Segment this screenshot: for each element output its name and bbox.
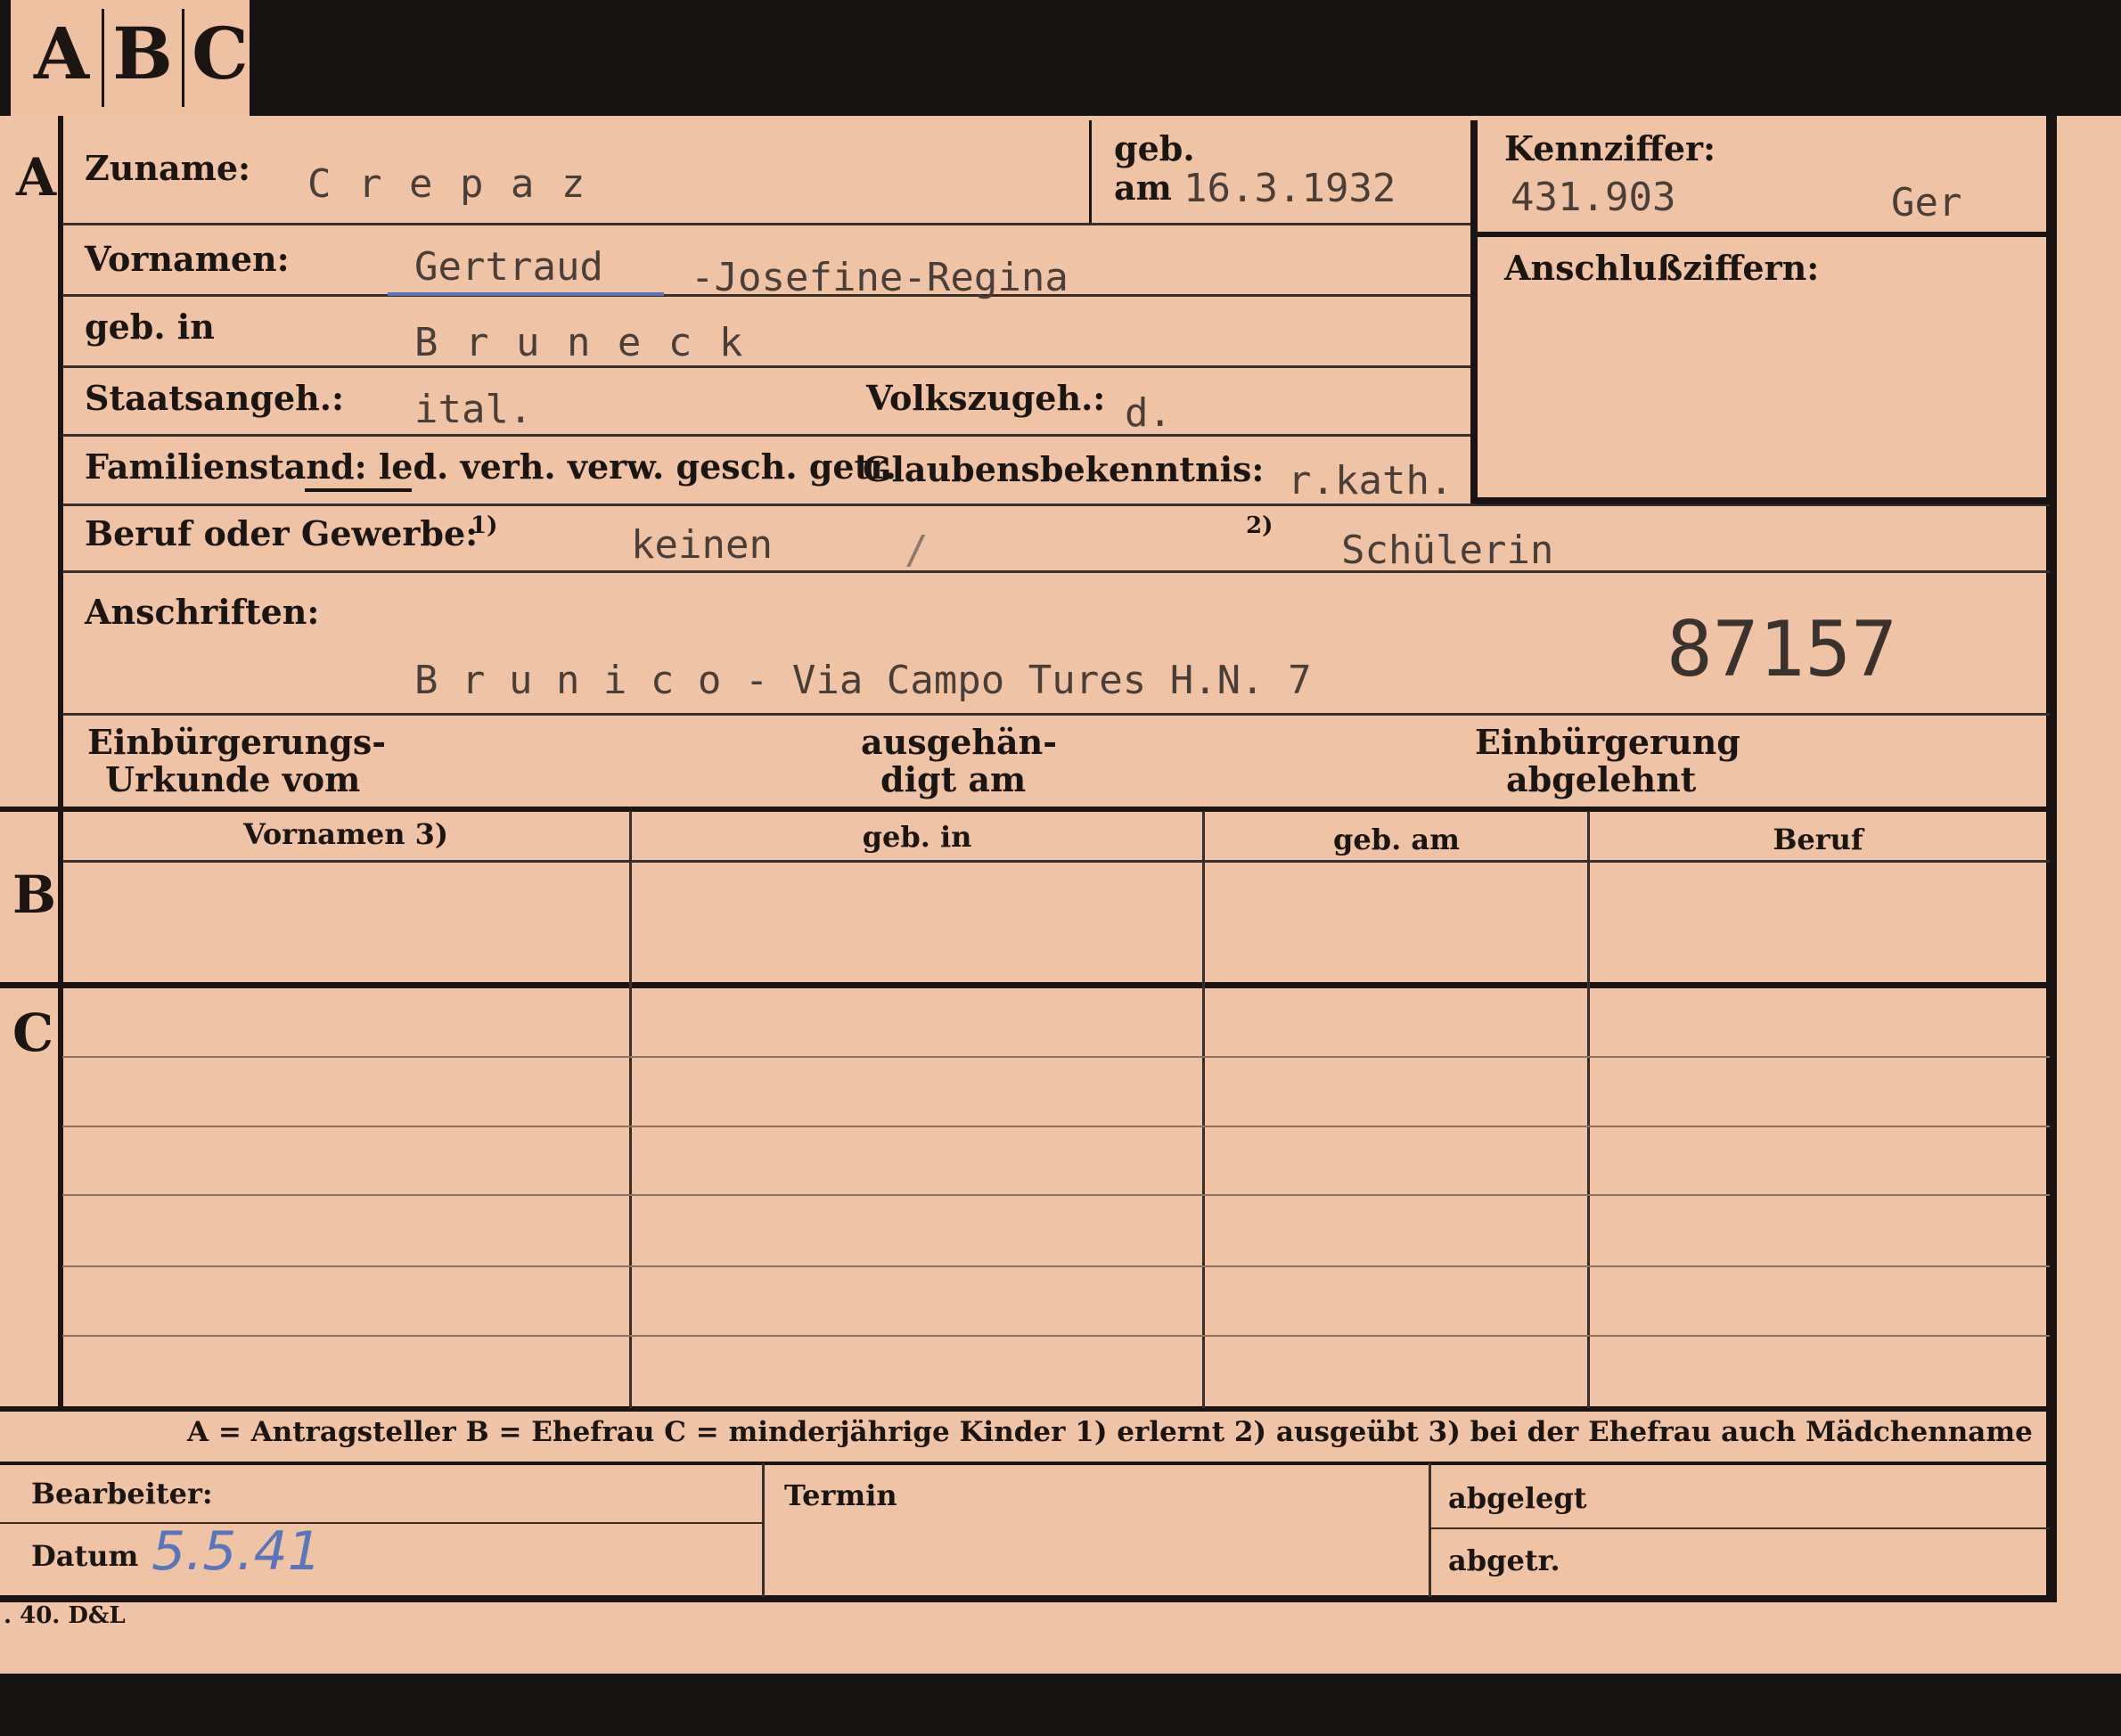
table-header-vornamen: Vornamen 3) [242,817,449,851]
termin-label: Termin [784,1478,897,1512]
ausgehaendigt-label-1: ausgehän- [861,722,1058,762]
ausgehaendigt-label-2: digt am [880,759,1027,799]
anschluss-label: Anschlußziffern: [1504,248,1820,288]
column-line [1202,811,1205,1408]
bottom-frame-line [0,1595,2057,1602]
geb-in-label: geb. in [85,307,215,347]
rule [62,365,1470,368]
datum-handwritten-value: 5.5.41 [152,1520,322,1583]
address-value: B r u n i c o - Via Campo Tures H.N. 7 [414,658,1312,703]
column-line [629,811,632,1408]
glaube-value: r.kath. [1288,458,1454,504]
beruf-value-2: Schülerin [1341,528,1554,573]
einbuergerung-urkunde-label-1: Einbürgerungs- [87,722,387,762]
kennziffer-value: 431.903 [1511,175,1676,220]
tab-letter-c: C [192,12,249,95]
geb-am-label: am [1114,168,1172,208]
kennziffer-box-line [1475,232,2050,237]
kennziffer-suffix: Ger [1891,180,1962,225]
section-b-marker: B [12,864,57,925]
zuname-value: C r e p a z [307,161,587,207]
section-divider [0,1406,2050,1412]
row-line [62,1056,2050,1058]
left-frame-line [58,116,63,1408]
rule [62,223,1470,225]
tab-letter-b: B [112,12,173,95]
row-line [62,1265,2050,1267]
familienstand-underline [305,488,412,492]
abgelegt-label: abgelegt [1448,1481,1587,1515]
beruf-label: Beruf oder Gewerbe: [85,513,479,553]
right-frame-line [2046,116,2057,1600]
footnote-1-mark: 1) [471,512,498,539]
section-divider [0,1462,2050,1465]
row-line [62,1126,2050,1127]
volkszugeh-value: d. [1125,390,1172,436]
card-tab: A B C [11,0,250,116]
familienstand-label: Familienstand: led. verh. verw. gesch. g… [85,446,897,487]
geb-label: geb. [1114,128,1195,168]
column-line [762,1463,765,1597]
kennziffer-box-line [1470,120,1478,504]
tab-letter-a: A [33,12,90,95]
datum-label: Datum [31,1539,139,1573]
beruf-value-1: keinen [631,522,773,568]
abgetr-label: abgetr. [1448,1544,1560,1577]
rule [1089,120,1092,223]
printer-mark: . 40. D&L [4,1602,126,1629]
glaube-label: Glaubensbekenntnis: [863,449,1265,489]
vornamen-underline [388,292,664,296]
rule [62,860,2050,863]
kennziffer-label: Kennziffer: [1504,128,1716,168]
einbuergerung-abgelehnt-label-2: abgelehnt [1506,759,1697,799]
vornamen-label: Vornamen: [85,239,290,279]
volkszugeh-label: Volkszugeh.: [866,378,1106,418]
rule [62,434,1470,437]
registration-card: A B C Zuname: C r e p a z geb. am 16.3.1… [0,116,2121,1674]
vornamen-first: Gertraud [414,244,603,290]
beruf-slash: / [905,528,929,573]
birthplace-value: B r u n e c k [414,320,745,365]
staatsangeh-label: Staatsangeh.: [85,378,345,418]
section-divider [0,807,2050,812]
table-header-beruf: Beruf [1773,823,1863,856]
column-line [1587,811,1590,1408]
anschriften-label: Anschriften: [85,592,320,632]
einbuergerung-urkunde-label-2: Urkunde vom [105,759,361,799]
vornamen-rest: -Josefine-Regina [691,255,1069,300]
row-line [0,1522,762,1524]
zuname-label: Zuname: [85,148,251,188]
birth-date-value: 16.3.1932 [1183,166,1396,211]
legend-line: A = Antragsteller B = Ehefrau C = minder… [187,1416,2033,1448]
section-divider [0,982,2050,988]
kennziffer-box-line [1475,497,2050,504]
row-line [62,1194,2050,1196]
row-line [1430,1527,2050,1529]
footnote-2-mark: 2) [1246,512,1273,539]
einbuergerung-abgelehnt-label-1: Einbürgerung [1475,722,1740,762]
row-line [62,1335,2050,1337]
bearbeiter-label: Bearbeiter: [31,1477,213,1511]
rule [62,570,2050,573]
staatsangeh-value: ital. [414,387,533,432]
section-a-marker: A [16,147,57,208]
table-header-geb-in: geb. in [862,820,972,854]
column-line [1429,1463,1431,1597]
table-header-geb-am: geb. am [1333,823,1460,856]
section-c-marker: C [12,1003,54,1063]
stamp-number: 87157 [1666,605,1897,694]
rule [62,713,2050,716]
